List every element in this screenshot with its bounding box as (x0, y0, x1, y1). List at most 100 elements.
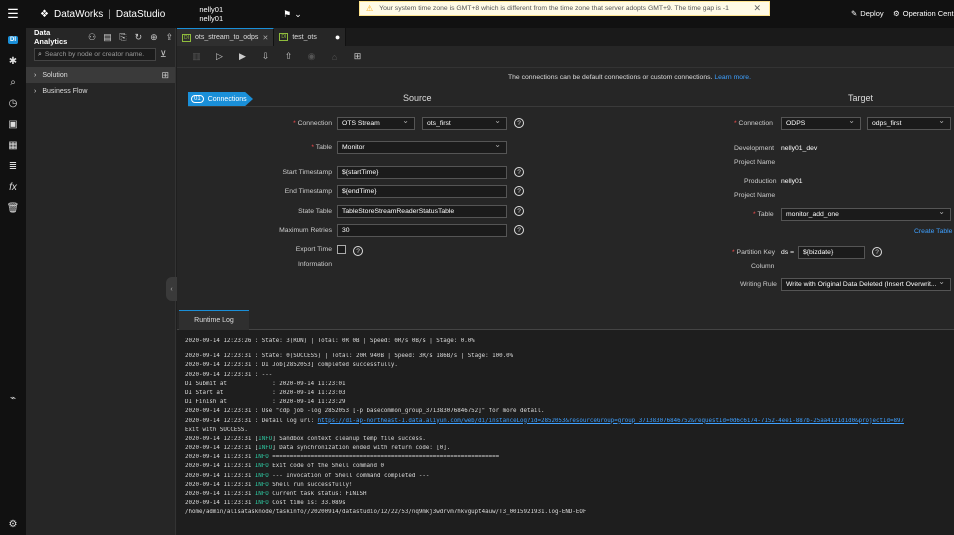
tab-runtime-log[interactable]: Runtime Log (179, 310, 249, 330)
run-icon[interactable]: ▷ (212, 49, 227, 64)
step-label: Connections (207, 95, 247, 103)
refresh-icon[interactable]: ↻ (133, 32, 144, 43)
tab-test-ots[interactable]: DI test_ots ● (274, 28, 347, 46)
list-icon[interactable]: ≣ (0, 156, 26, 176)
max-retries-input[interactable]: 30 (337, 224, 507, 237)
partition-key-label-line2: Column (751, 263, 775, 270)
step-number: 01 (191, 95, 204, 103)
import-icon[interactable]: ⇪ (164, 32, 175, 43)
help-icon[interactable]: ? (514, 225, 524, 235)
component-icon[interactable]: ✱ (0, 51, 26, 71)
script-mode-icon[interactable]: ⇩ (258, 49, 273, 64)
calendar-icon[interactable]: ▤ (102, 32, 113, 43)
warning-icon: ⚠ (366, 4, 374, 13)
source-connection-type-select[interactable]: OTS Stream (337, 117, 415, 130)
help-icon[interactable]: ? (514, 118, 524, 128)
workspace-switcher[interactable]: nelly01 nelly01 (199, 5, 223, 23)
timezone-warning: ⚠ Your system time zone is GMT+8 which i… (359, 1, 770, 16)
step-connections[interactable]: 01 Connections (188, 92, 253, 106)
filter-icon[interactable]: ⊻ (160, 49, 167, 60)
di-node-icon: DI (182, 33, 191, 42)
end-timestamp-input[interactable]: ${endTime} (337, 185, 507, 198)
search-icon[interactable]: ⌕ (0, 72, 26, 92)
end-timestamp-label: End Timestamp (284, 188, 332, 195)
locate-icon[interactable]: ⊕ (148, 32, 159, 43)
tree-item-label: Business Flow (42, 87, 88, 95)
tree-item-solution[interactable]: › Solution ⊞ (26, 67, 175, 83)
create-table-link[interactable]: Create Table (914, 228, 952, 235)
format-icon[interactable]: ⊞ (350, 49, 365, 64)
detail-log-url-link[interactable]: https://di-ap-northeast-1.data.aliyun.co… (318, 418, 904, 424)
operation-center-button[interactable]: ⚙ Operation Center (893, 9, 954, 18)
trash-icon[interactable]: 🗑 (0, 198, 26, 218)
menu-icon[interactable]: ☰ (0, 0, 26, 28)
learn-more-link[interactable]: Learn more. (714, 74, 751, 81)
log-line: DI Start at : 2020-09-14 11:23:03 (185, 389, 346, 396)
pulse-icon[interactable]: ⌁ (0, 388, 26, 408)
user-icon[interactable]: ⚇ (86, 32, 97, 43)
save-icon[interactable]: ▥ (189, 49, 204, 64)
state-table-input[interactable]: TableStoreStreamReaderStatusTable (337, 205, 507, 218)
start-timestamp-label: Start Timestamp (282, 169, 332, 176)
deploy-icon: ✎ (851, 9, 858, 18)
log-line-detail-url: 2020-09-14 12:23:31 : Detail log url: ht… (185, 418, 954, 427)
run-with-params-icon[interactable]: ▶ (235, 49, 250, 64)
partition-key-name: ds = (781, 249, 795, 256)
di-node-icon: DI (279, 33, 289, 41)
help-icon[interactable]: ? (872, 247, 882, 257)
function-icon[interactable]: fx (0, 177, 26, 197)
bookmark-icon: ⚑ (283, 8, 292, 19)
unsaved-dot-icon: ● (334, 32, 341, 42)
dev-project-label-line2: Project Name (734, 159, 776, 166)
lock-icon[interactable]: ⌂ (327, 49, 342, 64)
tree-item-label: Solution (42, 71, 68, 79)
source-table-select[interactable]: Monitor (337, 141, 507, 154)
new-file-icon[interactable]: ⎘ (117, 32, 128, 43)
collapse-panel-handle[interactable]: ‹ (166, 277, 177, 301)
target-connection-type-select[interactable]: ODPS (781, 117, 861, 130)
grid-icon[interactable]: ⊞ (161, 70, 169, 81)
settings-icon[interactable]: ⚙ (0, 514, 26, 534)
help-icon[interactable]: ? (514, 167, 524, 177)
clock-icon[interactable]: ◷ (0, 93, 26, 113)
tab-label: test_ots (292, 33, 317, 41)
log-line: 2020-09-14 11:23:31 INFO --- Invocation … (185, 472, 430, 479)
target-table-select[interactable]: monitor_add_one (781, 208, 951, 221)
help-icon[interactable]: ? (514, 206, 524, 216)
search-input[interactable]: ⌕ Search by node or creator name. (34, 48, 156, 61)
briefcase-icon[interactable]: ▣ (0, 114, 26, 134)
source-connection-name-select[interactable]: ots_first (422, 117, 507, 130)
writing-rule-select[interactable]: Write with Original Data Deleted (Insert… (781, 278, 951, 291)
partition-key-label: * Partition Key (732, 249, 776, 256)
log-tab-bar: Runtime Log (177, 308, 954, 330)
prod-project-label: Production (744, 178, 777, 185)
target-connection-name-select[interactable]: odps_first (867, 117, 951, 130)
product-name[interactable]: DataStudio (116, 9, 165, 20)
help-icon[interactable]: ? (353, 246, 363, 256)
reload-icon[interactable]: ⇧ (281, 49, 296, 64)
tree-item-business-flow[interactable]: › Business Flow (26, 83, 175, 99)
partition-value-input[interactable]: ${bizdate} (798, 246, 865, 259)
help-icon[interactable]: ? (514, 186, 524, 196)
writing-rule-label: Writing Rule (740, 281, 777, 288)
source-connection-label: * Connection (293, 120, 332, 127)
bookmark-dropdown[interactable]: ⚑ ⌄ (283, 9, 302, 20)
close-icon[interactable]: ✕ (262, 34, 268, 42)
deploy-label: Deploy (860, 9, 884, 18)
start-timestamp-input[interactable]: ${startTime} (337, 166, 507, 179)
timezone-warning-text: Your system time zone is GMT+8 which is … (379, 5, 729, 12)
stop-icon[interactable]: ◉ (304, 49, 319, 64)
deploy-button[interactable]: ✎ Deploy (851, 9, 884, 18)
log-line: DI Finish at : 2020-09-14 11:23:29 (185, 399, 346, 406)
brand-separator: | (108, 8, 111, 20)
data-development-icon[interactable]: DI (0, 30, 26, 50)
close-icon[interactable]: ✕ (753, 3, 761, 14)
source-title: Source (403, 93, 432, 103)
export-time-label-line2: Information (297, 261, 332, 268)
left-icon-rail: DI ✱ ⌕ ◷ ▣ ▦ ≣ fx 🗑 ⌁ ⚙ (0, 28, 26, 535)
export-time-checkbox[interactable] (337, 245, 346, 254)
tab-ots-stream-to-odps[interactable]: DI ots_stream_to_odps ✕ (177, 28, 275, 46)
sync-config-panel: The connections can be default connectio… (177, 68, 954, 308)
table-icon[interactable]: ▦ (0, 135, 26, 155)
chevron-down-icon: ⌄ (294, 8, 302, 19)
